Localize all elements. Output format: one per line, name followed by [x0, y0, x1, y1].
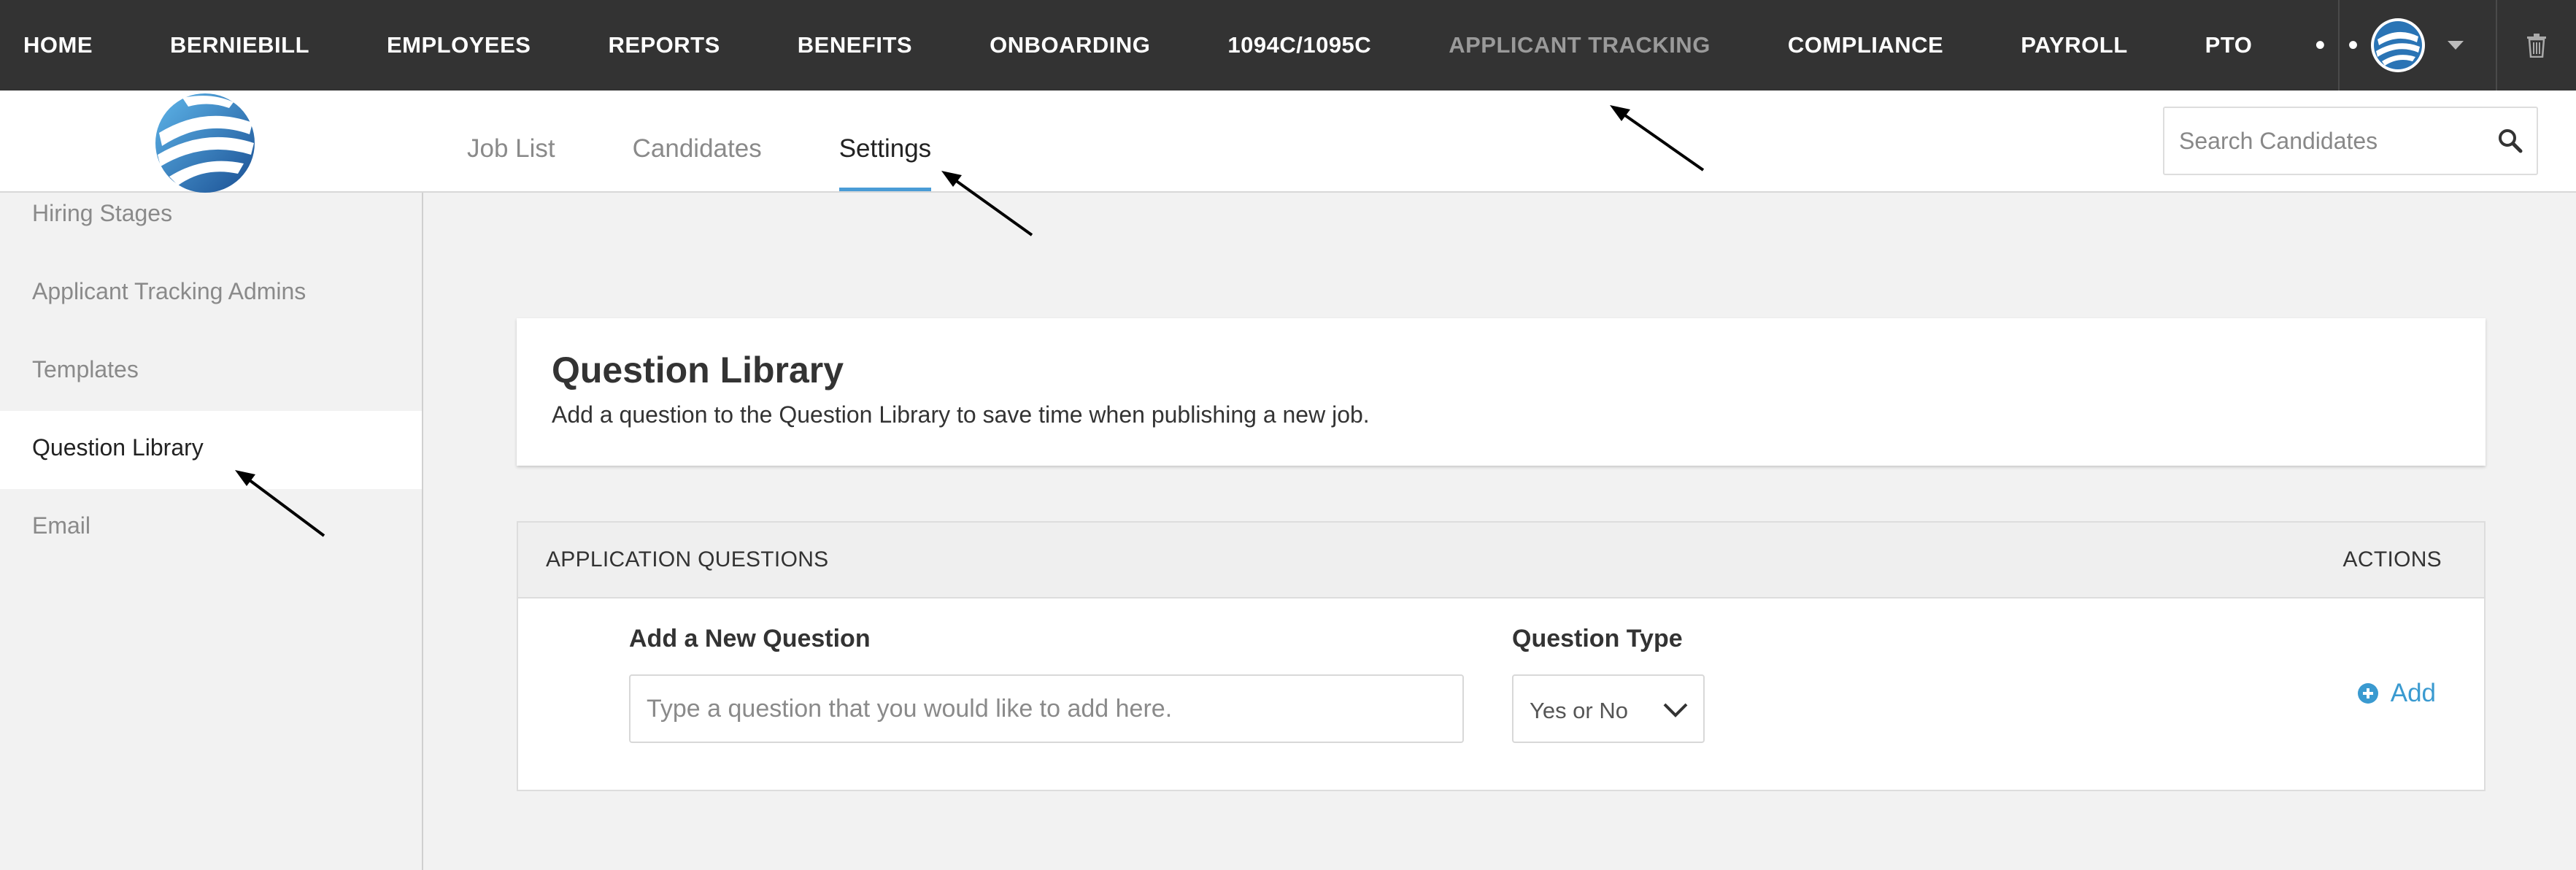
nav-item-compliance[interactable]: COMPLIANCE [1788, 32, 1943, 58]
nav-item-1094c-1095c[interactable]: 1094C/1095C [1227, 32, 1371, 58]
nav-item-reports[interactable]: REPORTS [608, 32, 720, 58]
new-question-input[interactable] [629, 674, 1464, 743]
sidebar-item-templates[interactable]: Templates [0, 333, 422, 411]
nav-item-benefits[interactable]: BENEFITS [798, 32, 912, 58]
nav-item-onboarding[interactable]: ONBOARDING [990, 32, 1150, 58]
sidebar-item-question-library[interactable]: Question Library [0, 411, 422, 489]
new-question-label: Add a New Question [629, 625, 871, 652]
tab-settings[interactable]: Settings [838, 91, 932, 191]
top-nav-items: HOME BERNIEBILL EMPLOYEES REPORTS BENEFI… [0, 0, 2399, 91]
settings-tabs: Job List Candidates Settings [467, 91, 1009, 191]
nav-item-home[interactable]: HOME [23, 32, 93, 58]
nav-item-employees[interactable]: EMPLOYEES [387, 32, 531, 58]
search-input[interactable] [2164, 108, 2486, 174]
sidebar-item-applicant-tracking-admins[interactable]: Applicant Tracking Admins [0, 255, 422, 333]
settings-sidebar: Hiring Stages Applicant Tracking Admins … [0, 193, 423, 870]
column-header-actions: ACTIONS [2342, 547, 2442, 571]
sidebar-item-email[interactable]: Email [0, 489, 422, 567]
add-question-button[interactable]: Add [2357, 679, 2436, 708]
tab-candidates[interactable]: Candidates [633, 91, 762, 191]
table-header: APPLICATION QUESTIONS ACTIONS [518, 523, 2484, 598]
question-type-select[interactable]: Yes or No [1512, 674, 1705, 743]
candidate-search [2163, 107, 2538, 175]
page-description: Add a question to the Question Library t… [552, 401, 1370, 428]
nav-item-payroll[interactable]: PAYROLL [2021, 32, 2127, 58]
sidebar-item-hiring-stages[interactable]: Hiring Stages [0, 177, 422, 255]
trash-icon [2527, 34, 2546, 58]
trash-button[interactable] [2497, 0, 2576, 91]
avatar [2370, 18, 2426, 73]
tab-job-list[interactable]: Job List [467, 91, 555, 191]
nav-item-applicant-tracking[interactable]: APPLICANT TRACKING [1449, 32, 1711, 58]
column-header-application-questions: APPLICATION QUESTIONS [546, 547, 829, 571]
question-type-label: Question Type [1512, 625, 1683, 652]
questions-table: APPLICATION QUESTIONS ACTIONS Add a New … [517, 521, 2486, 791]
add-label: Add [2390, 679, 2436, 707]
user-menu-button[interactable] [2340, 0, 2496, 91]
page-header-card: Question Library Add a question to the Q… [517, 318, 2486, 466]
page-title: Question Library [552, 350, 844, 390]
table-row: Add a New Question Question Type Yes or … [518, 598, 2484, 791]
chevron-down-icon [2448, 41, 2464, 50]
plus-circle-icon [2357, 683, 2378, 704]
top-nav-right [2338, 0, 2576, 91]
nav-item-pto[interactable]: PTO [2205, 32, 2253, 58]
search-icon[interactable] [2497, 128, 2523, 154]
top-navigation-bar: HOME BERNIEBILL EMPLOYEES REPORTS BENEFI… [0, 0, 2576, 91]
chevron-down-icon [1663, 703, 1688, 717]
nav-item-berniebill[interactable]: BERNIEBILL [170, 32, 309, 58]
question-type-value: Yes or No [1530, 698, 1628, 723]
